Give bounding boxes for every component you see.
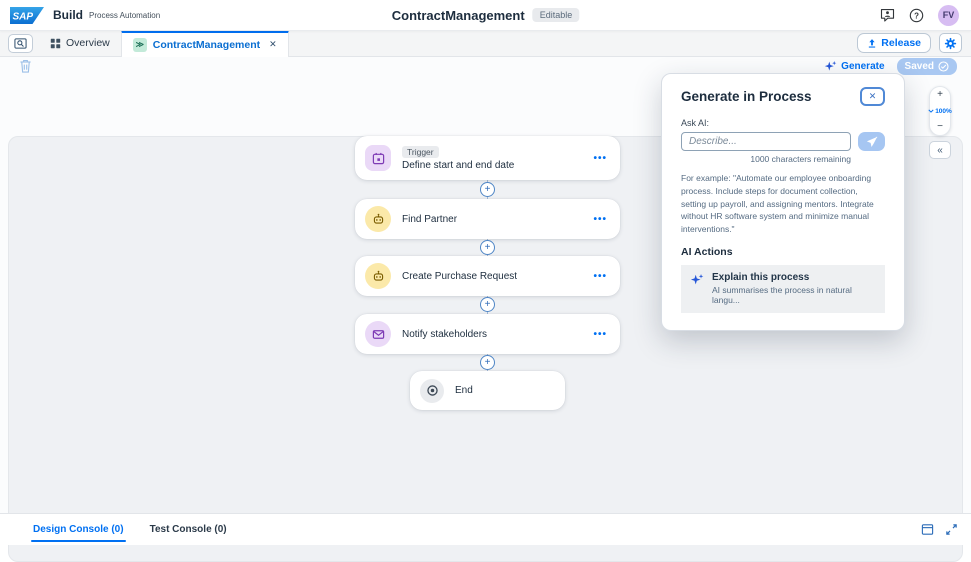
zoom-in-button[interactable]: +	[937, 89, 943, 101]
end-bullseye-icon	[420, 378, 444, 403]
process-icon: ≫	[132, 37, 147, 52]
shell-branding: SAP Build Process Automation	[0, 6, 161, 24]
node-end[interactable]: End	[410, 371, 565, 410]
node-create-purchase-request[interactable]: Create Purchase Request •••	[355, 256, 620, 296]
test-console-label: Test Console (0)	[149, 524, 227, 535]
release-button[interactable]: Release	[857, 33, 931, 53]
trash-icon	[19, 59, 32, 73]
envelope-icon	[365, 321, 391, 347]
feedback-icon	[880, 8, 895, 23]
describe-input[interactable]	[681, 132, 851, 151]
node-notify-stakeholders[interactable]: Notify stakeholders •••	[355, 314, 620, 354]
zoom-controls: + 100% −	[928, 86, 952, 136]
trigger-calendar-icon	[365, 145, 391, 171]
design-console-label: Design Console (0)	[33, 524, 124, 535]
dialog-title: Generate in Process	[681, 89, 812, 104]
tab-design-console[interactable]: Design Console (0)	[31, 514, 126, 545]
expand-icon	[945, 523, 958, 536]
tab-contractmanagement[interactable]: ≫ ContractManagement ✕	[120, 29, 289, 57]
paper-plane-icon	[866, 136, 878, 148]
product-subtitle: Process Automation	[89, 10, 161, 20]
automation-bot-icon	[365, 206, 391, 232]
saved-button[interactable]: Saved	[896, 58, 957, 75]
panel-icon	[921, 523, 934, 536]
action-explain-process[interactable]: Explain this process AI summarises the p…	[681, 264, 885, 313]
add-step-button[interactable]: +	[480, 240, 495, 255]
node-overflow-button[interactable]: •••	[593, 271, 607, 282]
search-overview-icon	[14, 37, 27, 50]
grid-icon	[50, 38, 61, 49]
avatar-initials: FV	[938, 4, 959, 26]
automation-bot-icon	[365, 263, 391, 289]
node-title: End	[455, 385, 473, 396]
node-title: Create Purchase Request	[402, 270, 518, 282]
product-name: Build	[53, 8, 83, 22]
svg-text:SAP: SAP	[13, 11, 34, 22]
svg-text:?: ?	[914, 11, 919, 20]
sap-logo: SAP	[10, 6, 44, 24]
console-bar: Design Console (0) Test Console (0)	[0, 513, 971, 545]
shell-actions: ? FV	[880, 4, 959, 26]
send-button[interactable]	[858, 132, 885, 151]
tab-project-label: ContractManagement	[152, 38, 261, 51]
node-overflow-button[interactable]: •••	[593, 329, 607, 340]
generate-in-process-dialog: Generate in Process ✕ Ask AI: 1000 chara…	[661, 73, 905, 331]
page-title: ContractManagement	[391, 7, 525, 23]
editable-badge: Editable	[532, 8, 580, 22]
node-overflow-button[interactable]: •••	[593, 214, 607, 225]
upload-icon	[867, 38, 877, 49]
action-title: Explain this process	[712, 271, 810, 283]
user-avatar[interactable]: FV	[938, 4, 959, 26]
console-panel-button[interactable]	[921, 523, 934, 536]
shell-title-group: ContractManagement Editable	[391, 7, 580, 23]
add-step-button[interactable]: +	[480, 297, 495, 312]
explorer-search-button[interactable]	[8, 33, 33, 53]
generate-button[interactable]: Generate	[824, 60, 885, 73]
release-label: Release	[881, 37, 921, 49]
zoom-level-dropdown[interactable]: 100%	[928, 108, 952, 115]
shell-header: SAP Build Process Automation ContractMan…	[0, 0, 971, 31]
tab-test-console[interactable]: Test Console (0)	[150, 514, 227, 545]
ai-sparkle-icon	[824, 60, 837, 73]
delete-button[interactable]	[19, 59, 32, 73]
node-title: Notify stakeholders	[402, 328, 488, 340]
node-overflow-button[interactable]: •••	[593, 153, 607, 164]
settings-button[interactable]	[939, 33, 962, 53]
help-button[interactable]: ?	[909, 8, 924, 23]
action-subtitle: AI summarises the process in natural lan…	[712, 284, 852, 305]
tab-overview-label: Overview	[66, 37, 110, 49]
add-step-button[interactable]: +	[480, 182, 495, 197]
double-chevron-left-icon: «	[937, 144, 943, 156]
node-title: Find Partner	[402, 213, 458, 225]
characters-remaining: 1000 characters remaining	[750, 154, 851, 164]
gear-icon	[944, 37, 957, 50]
saved-label: Saved	[904, 61, 934, 72]
ai-sparkle-icon	[690, 272, 704, 287]
close-icon: ✕	[868, 91, 877, 101]
ai-actions-heading: AI Actions	[681, 245, 733, 258]
ask-ai-label: Ask AI:	[681, 118, 710, 128]
add-step-button[interactable]: +	[480, 355, 495, 370]
expand-console-button[interactable]	[945, 523, 958, 536]
check-circle-icon	[938, 61, 949, 72]
zoom-level-value: 100%	[935, 107, 952, 115]
tabbar-actions: Release	[857, 33, 971, 53]
help-icon: ?	[909, 8, 924, 23]
node-find-partner[interactable]: Find Partner •••	[355, 199, 620, 239]
zoom-out-button[interactable]: −	[937, 121, 943, 133]
tab-overview[interactable]: Overview	[39, 30, 121, 57]
node-trigger[interactable]: Trigger Define start and end date •••	[355, 136, 620, 180]
tab-bar: Overview ≫ ContractManagement ✕ Release	[0, 29, 971, 57]
tab-close-icon[interactable]: ✕	[269, 39, 277, 50]
trigger-badge: Trigger	[402, 145, 439, 158]
collapse-panel-button[interactable]: «	[929, 141, 951, 159]
feedback-button[interactable]	[880, 8, 895, 23]
chevron-down-icon	[928, 109, 934, 113]
dialog-close-button[interactable]: ✕	[860, 87, 885, 106]
example-text: For example: "Automate our employee onbo…	[681, 173, 874, 234]
node-title: Define start and end date	[402, 159, 515, 171]
generate-label: Generate	[841, 61, 885, 72]
